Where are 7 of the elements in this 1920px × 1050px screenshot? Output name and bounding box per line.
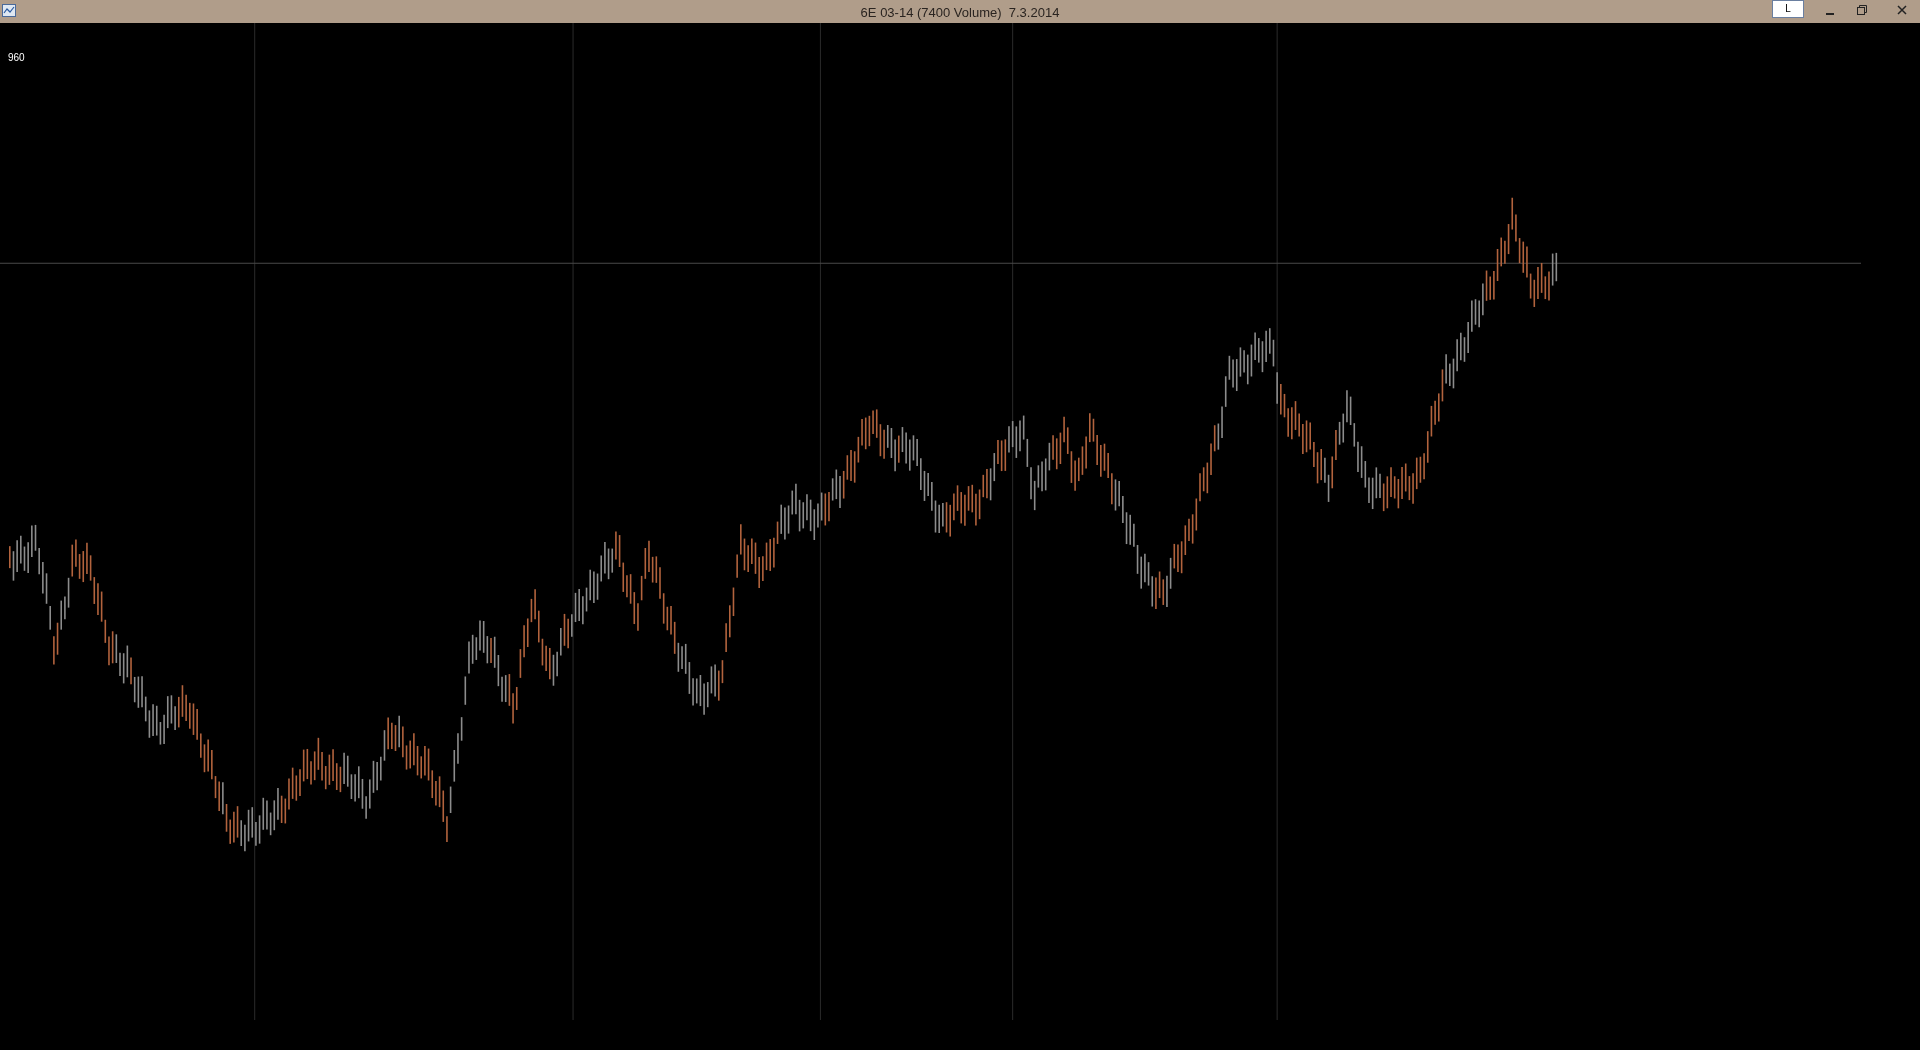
restore-icon xyxy=(1857,5,1867,15)
close-icon xyxy=(1897,5,1907,15)
minimize-icon xyxy=(1826,13,1834,15)
window-title: 6E 03-14 (7400 Volume) 7.3.2014 xyxy=(860,4,1060,22)
chart-app-icon xyxy=(2,4,16,17)
chart-button[interactable]: L xyxy=(1772,0,1804,18)
price-label: 960 xyxy=(8,51,25,65)
